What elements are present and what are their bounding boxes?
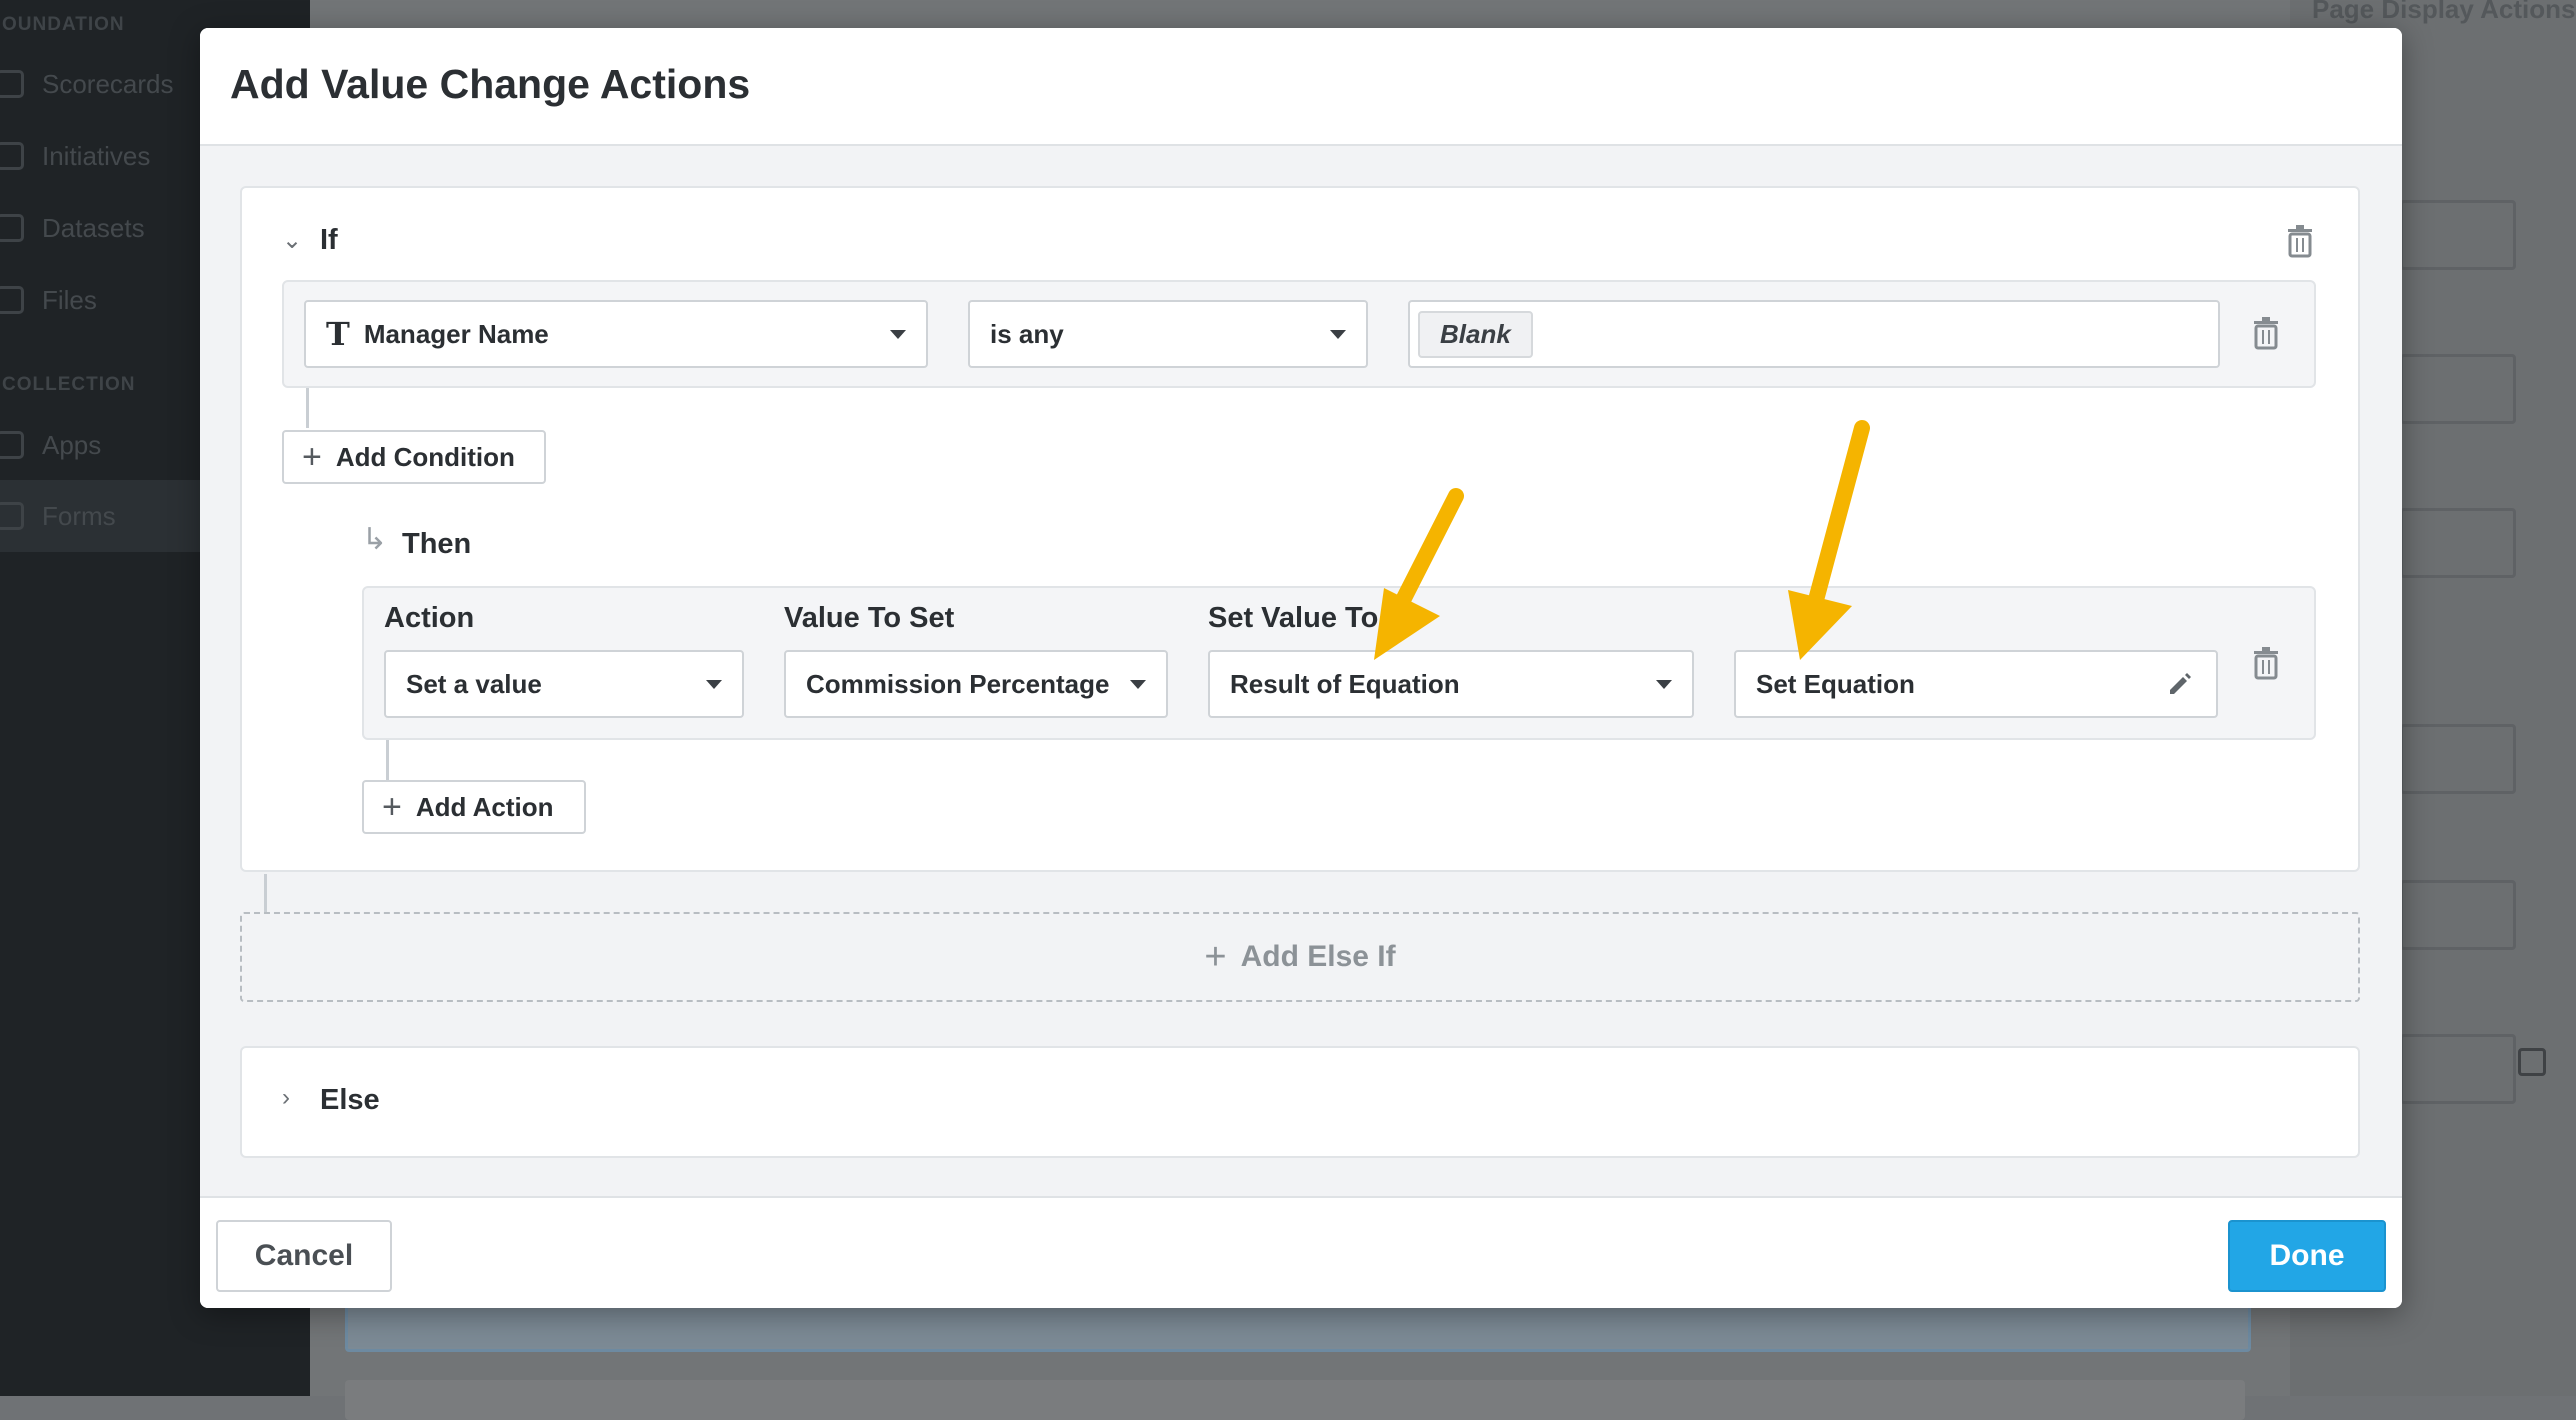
chevron-down-icon: [1656, 680, 1672, 689]
sidebar-item-label: Initiatives: [42, 140, 151, 171]
properties-field: [2400, 1034, 2516, 1104]
sidebar-item-label: Datasets: [42, 212, 145, 243]
properties-field: [2400, 724, 2516, 794]
scorecards-icon: [0, 70, 24, 98]
dialog-footer: Cancel Done: [200, 1196, 2402, 1308]
condition-field-select[interactable]: T Manager Name: [304, 300, 928, 368]
properties-panel-title: Page Display Actions: [2312, 0, 2576, 24]
delete-condition-trash-icon[interactable]: [2252, 316, 2280, 350]
set-equation-button[interactable]: Set Equation: [1734, 650, 2218, 718]
sidebar-section-foundation: OUNDATION: [2, 14, 125, 35]
chevron-right-icon[interactable]: ›: [282, 1084, 290, 1112]
dialog-header: Add Value Change Actions: [200, 28, 2402, 146]
set-value-to-label: Set Value To: [1208, 602, 1379, 634]
else-block[interactable]: › Else: [240, 1046, 2360, 1158]
if-block: ⌄ If T Manager Name is any Blank + Add C…: [240, 186, 2360, 872]
properties-field: [2400, 880, 2516, 950]
sidebar-item-label: Apps: [42, 429, 102, 460]
sidebar-item-label: Scorecards: [42, 68, 174, 99]
set-value-to-select[interactable]: Result of Equation: [1208, 650, 1694, 718]
initiatives-icon: [0, 142, 24, 170]
connector-line: [386, 740, 389, 780]
else-label: Else: [320, 1084, 380, 1116]
action-select[interactable]: Set a value: [384, 650, 744, 718]
condition-row: T Manager Name is any Blank: [282, 280, 2316, 388]
action-label: Action: [384, 602, 475, 634]
delete-if-block-trash-icon[interactable]: [2286, 224, 2314, 258]
add-condition-label: Add Condition: [335, 441, 515, 472]
files-icon: [0, 286, 24, 314]
cancel-button[interactable]: Cancel: [216, 1220, 392, 1292]
add-else-if-label: Add Else If: [1240, 940, 1396, 973]
plus-icon: +: [302, 438, 322, 476]
sidebar-item-label: Forms: [42, 500, 116, 531]
set-equation-label: Set Equation: [1756, 668, 1915, 699]
chevron-down-icon: [706, 680, 722, 689]
add-value-change-actions-dialog: Add Value Change Actions ⌄ If T Manager …: [200, 28, 2402, 1308]
properties-field: [2400, 508, 2516, 578]
value-to-set-value: Commission Percentage: [806, 668, 1110, 699]
add-action-button[interactable]: + Add Action: [362, 780, 586, 834]
properties-field: [2400, 200, 2516, 270]
condition-operator-value: is any: [990, 318, 1064, 349]
then-branch-arrow-icon: ↳: [362, 523, 388, 556]
properties-field: [2400, 354, 2516, 424]
condition-value-tag[interactable]: Blank: [1418, 310, 1533, 358]
chevron-down-icon: [890, 330, 906, 339]
forms-icon: [0, 502, 24, 530]
calendar-icon: [2518, 1048, 2546, 1076]
apps-icon: [0, 431, 24, 459]
then-label: Then: [402, 528, 472, 560]
text-type-icon: T: [326, 315, 350, 353]
condition-field-value: Manager Name: [363, 318, 549, 349]
add-action-label: Add Action: [415, 791, 554, 822]
background-card: [345, 1380, 2245, 1420]
chevron-down-icon: [1330, 330, 1346, 339]
done-button[interactable]: Done: [2228, 1220, 2386, 1292]
condition-operator-select[interactable]: is any: [968, 300, 1368, 368]
action-row: Action Set a value Value To Set Commissi…: [362, 586, 2316, 740]
plus-icon: +: [382, 788, 402, 826]
chevron-down-icon[interactable]: ⌄: [282, 226, 302, 255]
action-select-value: Set a value: [406, 668, 542, 699]
condition-value-input[interactable]: Blank: [1408, 300, 2220, 368]
delete-action-trash-icon[interactable]: [2252, 646, 2280, 680]
sidebar-section-collection: COLLECTION: [2, 374, 136, 395]
dialog-title: Add Value Change Actions: [230, 61, 751, 107]
chevron-down-icon: [1130, 680, 1146, 689]
pencil-icon: [2170, 673, 2191, 694]
add-else-if-button[interactable]: + Add Else If: [240, 912, 2360, 1002]
connector-line: [306, 388, 309, 428]
set-value-to-value: Result of Equation: [1230, 668, 1460, 699]
connector-line: [264, 874, 267, 912]
datasets-icon: [0, 214, 24, 242]
value-to-set-label: Value To Set: [784, 602, 955, 634]
plus-icon: +: [1204, 936, 1227, 978]
value-to-set-select[interactable]: Commission Percentage: [784, 650, 1168, 718]
if-label: If: [320, 224, 338, 256]
sidebar-item-label: Files: [42, 284, 97, 315]
add-condition-button[interactable]: + Add Condition: [282, 430, 546, 484]
